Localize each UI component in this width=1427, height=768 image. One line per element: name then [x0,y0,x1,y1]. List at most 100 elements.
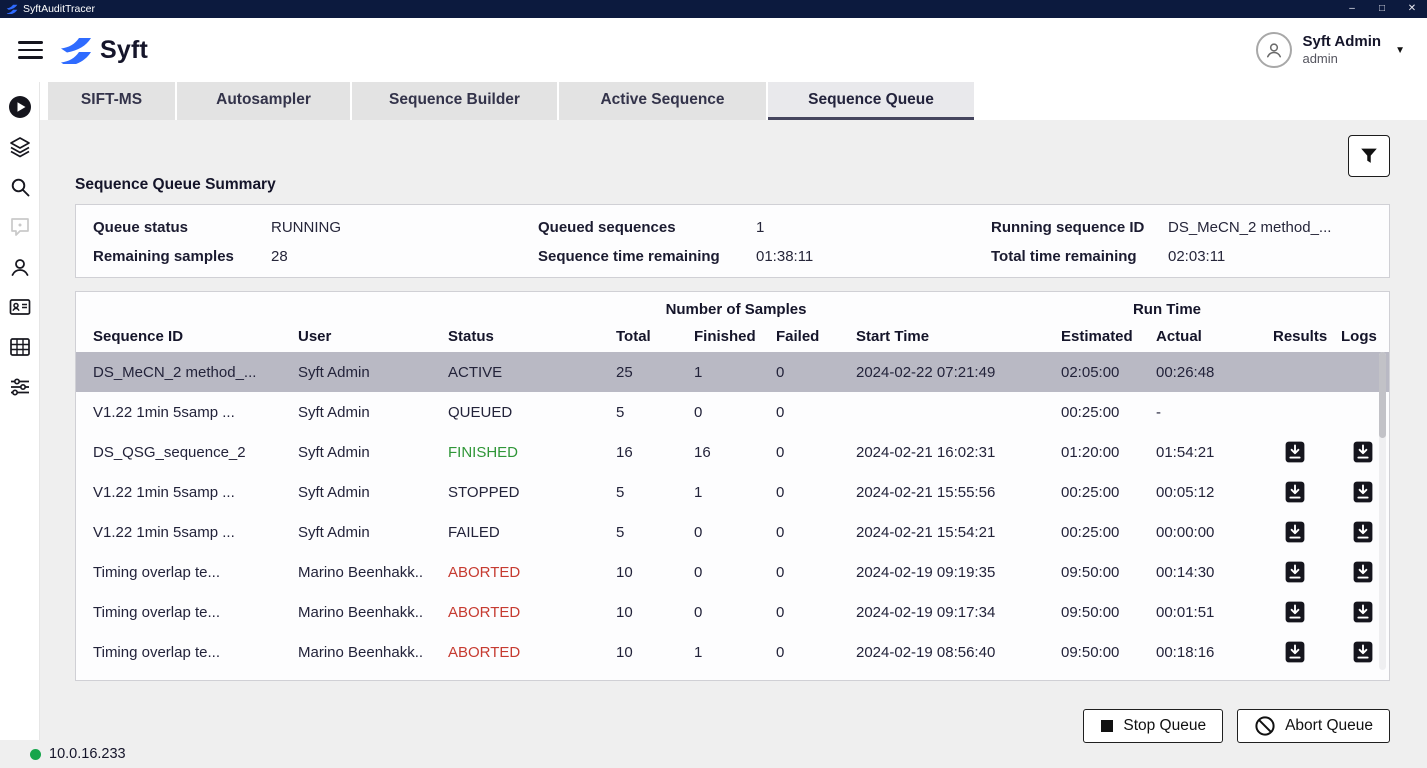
left-nav-sidebar [0,82,40,740]
logs-download-button[interactable] [1353,601,1373,623]
table-icon [8,335,32,359]
col-logs: Logs [1341,328,1389,345]
status-bar: 10.0.16.233 [0,740,1427,768]
table-row[interactable]: V1.22 1min 5samp ... Syft Admin QUEUED 5… [76,392,1389,432]
id-card-icon [8,295,32,319]
minimize-icon[interactable]: – [1337,0,1367,18]
cell-user: Marino Beenhakk.. [298,644,448,661]
results-download-button[interactable] [1285,481,1305,503]
sidebar-item-search[interactable] [8,175,32,199]
cell-estimated: 00:25:00 [1061,524,1156,541]
remaining-samples-value: 28 [271,248,538,265]
cell-finished: 0 [694,524,776,541]
cell-actual: - [1156,404,1273,421]
table-row[interactable]: V1.22 1min 5samp ... Syft Admin FAILED 5… [76,512,1389,552]
sidebar-item-id-card[interactable] [8,295,32,319]
table-row[interactable]: V1.22 1min 5samp ... Syft Admin STOPPED … [76,472,1389,512]
chevron-down-icon[interactable]: ▼ [1395,45,1405,56]
cell-start-time: 2024-02-21 16:02:31 [856,444,1061,461]
stop-queue-button[interactable]: Stop Queue [1083,709,1223,743]
results-download-button[interactable] [1285,561,1305,583]
results-download-button[interactable] [1285,601,1305,623]
table-group-header: Number of Samples Run Time [76,298,1389,320]
cell-sequence-id: Timing overlap te... [93,604,298,621]
sidebar-item-settings[interactable] [8,375,32,399]
sidebar-item-run[interactable] [8,95,32,119]
col-actual: Actual [1156,328,1273,345]
tab-sequence-queue[interactable]: Sequence Queue [768,82,974,120]
cell-sequence-id: V1.22 1min 5samp ... [93,524,298,541]
play-circle-icon [8,95,32,119]
page-title: Sequence Queue Summary [75,176,1390,194]
col-results: Results [1273,328,1341,345]
sidebar-item-table[interactable] [8,335,32,359]
scrollbar-thumb[interactable] [1379,352,1386,438]
tab-sift-ms[interactable]: SIFT-MS [48,82,175,120]
tab-active-sequence[interactable]: Active Sequence [559,82,766,120]
results-download-button[interactable] [1285,641,1305,663]
abort-queue-label: Abort Queue [1285,717,1373,735]
results-download-button[interactable] [1285,441,1305,463]
close-icon[interactable]: ✕ [1397,0,1427,18]
cell-failed: 0 [776,404,856,421]
summary-label: Remaining samples [93,248,271,265]
cell-user: Syft Admin [298,364,448,381]
sidebar-item-users[interactable] [8,255,32,279]
cell-estimated: 02:05:00 [1061,364,1156,381]
prohibit-icon [1254,715,1276,737]
tab-autosampler[interactable]: Autosampler [177,82,350,120]
cell-sequence-id: V1.22 1min 5samp ... [93,404,298,421]
cell-sequence-id: V1.22 1min 5samp ... [93,484,298,501]
stop-queue-label: Stop Queue [1123,717,1206,735]
cell-failed: 0 [776,564,856,581]
cell-failed: 0 [776,484,856,501]
cell-status: FAILED [448,524,616,541]
syft-logo-icon [59,36,93,64]
tab-bar: SIFT-MS Autosampler Sequence Builder Act… [40,82,1427,120]
table-row[interactable]: DS_MeCN_2 method_... Syft Admin ACTIVE 2… [76,352,1389,392]
sequence-queue-page: Sequence Queue Summary Queue status RUNN… [40,120,1427,740]
logs-download-button[interactable] [1353,521,1373,543]
cell-start-time: 2024-02-19 09:17:34 [856,604,1061,621]
user-icon [8,255,32,279]
funnel-icon [1358,145,1380,167]
cell-user: Marino Beenhakk.. [298,564,448,581]
filter-button[interactable] [1348,135,1390,177]
table-row[interactable]: Timing overlap te... Marino Beenhakk.. A… [76,592,1389,632]
hamburger-menu-icon[interactable] [18,41,43,59]
cell-total: 5 [616,484,694,501]
cell-finished: 1 [694,364,776,381]
logs-download-button[interactable] [1353,481,1373,503]
help-bubble-icon [8,215,32,239]
tab-sequence-builder[interactable]: Sequence Builder [352,82,557,120]
user-menu[interactable]: Syft Admin admin ▼ [1256,32,1405,68]
cell-actual: 00:14:30 [1156,564,1273,581]
cell-status: ACTIVE [448,364,616,381]
cell-finished: 1 [694,484,776,501]
col-total: Total [616,328,694,345]
cell-estimated: 09:50:00 [1061,564,1156,581]
sequence-queue-table: Number of Samples Run Time Sequence ID U… [75,291,1390,681]
cell-estimated: 00:25:00 [1061,484,1156,501]
table-row[interactable]: Timing overlap te... Marino Beenhakk.. A… [76,552,1389,592]
title-bar: SyftAuditTracer – □ ✕ [0,0,1427,18]
table-row[interactable]: DS_QSG_sequence_2 Syft Admin FINISHED 16… [76,432,1389,472]
logs-download-button[interactable] [1353,561,1373,583]
logs-download-button[interactable] [1353,441,1373,463]
abort-queue-button[interactable]: Abort Queue [1237,709,1390,743]
table-row[interactable]: Timing overlap te... Marino Beenhakk.. A… [76,632,1389,672]
cell-status: QUEUED [448,404,616,421]
table-scrollbar[interactable] [1379,352,1386,670]
results-download-button[interactable] [1285,521,1305,543]
window-title: SyftAuditTracer [23,3,1337,15]
summary-label: Sequence time remaining [538,248,756,265]
cell-failed: 0 [776,604,856,621]
connection-status-icon [30,749,41,760]
layers-icon [8,135,32,159]
sidebar-item-layers[interactable] [8,135,32,159]
logs-download-button[interactable] [1353,641,1373,663]
maximize-icon[interactable]: □ [1367,0,1397,18]
sidebar-item-help[interactable] [8,215,32,239]
cell-finished: 0 [694,404,776,421]
logo-text: Syft [100,36,148,65]
